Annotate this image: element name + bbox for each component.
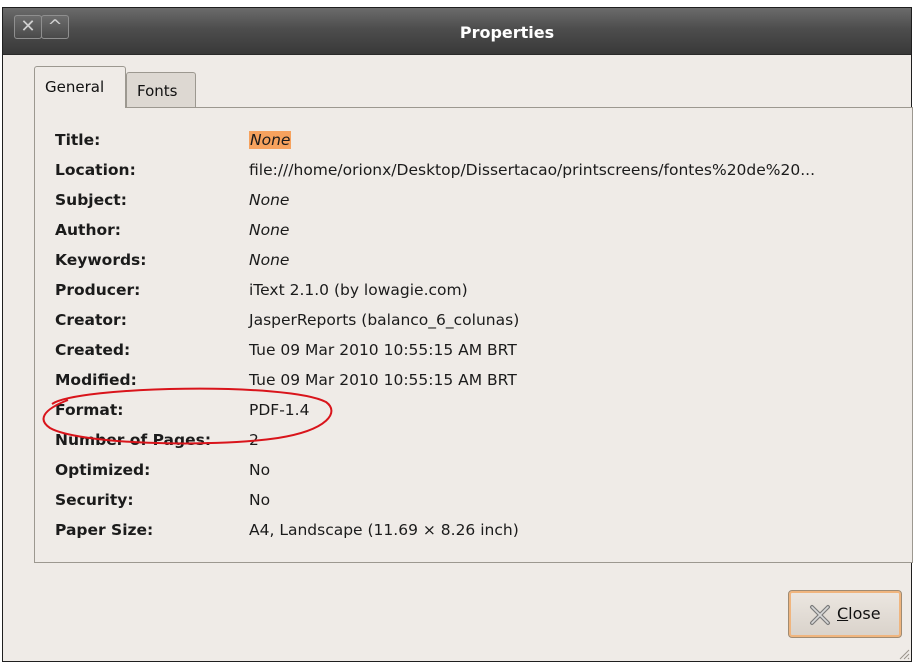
- property-label: Created:: [55, 341, 131, 359]
- resize-grip-icon[interactable]: [898, 648, 910, 660]
- property-value[interactable]: None: [249, 131, 292, 149]
- property-label: Creator:: [55, 311, 127, 329]
- property-value[interactable]: JasperReports (balanco_6_colunas): [249, 311, 519, 329]
- property-label: Optimized:: [55, 461, 151, 479]
- property-label: Subject:: [55, 191, 127, 209]
- property-value[interactable]: None: [249, 221, 289, 239]
- property-label: Security:: [55, 491, 134, 509]
- tab-general[interactable]: General: [34, 66, 126, 108]
- tab-fonts[interactable]: Fonts: [126, 72, 196, 108]
- close-button-label: Close: [837, 604, 881, 623]
- property-value[interactable]: file:///home/orionx/Desktop/Dissertacao/…: [249, 161, 815, 179]
- property-value[interactable]: No: [249, 491, 270, 509]
- property-label: Producer:: [55, 281, 141, 299]
- property-value[interactable]: None: [249, 191, 289, 209]
- property-label: Paper Size:: [55, 521, 154, 539]
- property-value[interactable]: Tue 09 Mar 2010 10:55:15 AM BRT: [249, 341, 517, 359]
- annotation-ellipse: [42, 387, 333, 445]
- general-panel: Title: None Location: file:///home/orion…: [34, 107, 913, 563]
- property-label: Keywords:: [55, 251, 147, 269]
- close-button[interactable]: Close: [788, 590, 902, 638]
- window-title: Properties: [459, 23, 555, 42]
- close-x-icon: [810, 605, 830, 625]
- property-value[interactable]: None: [249, 251, 289, 269]
- property-value[interactable]: iText 2.1.0 (by lowagie.com): [249, 281, 468, 299]
- property-value[interactable]: No: [249, 461, 270, 479]
- property-label: Author:: [55, 221, 121, 239]
- title-bar[interactable]: ✕ ^ Properties: [3, 8, 911, 55]
- property-value[interactable]: A4, Landscape (11.69 × 8.26 inch): [249, 521, 519, 539]
- property-label: Location:: [55, 161, 136, 179]
- property-label: Title:: [55, 131, 101, 149]
